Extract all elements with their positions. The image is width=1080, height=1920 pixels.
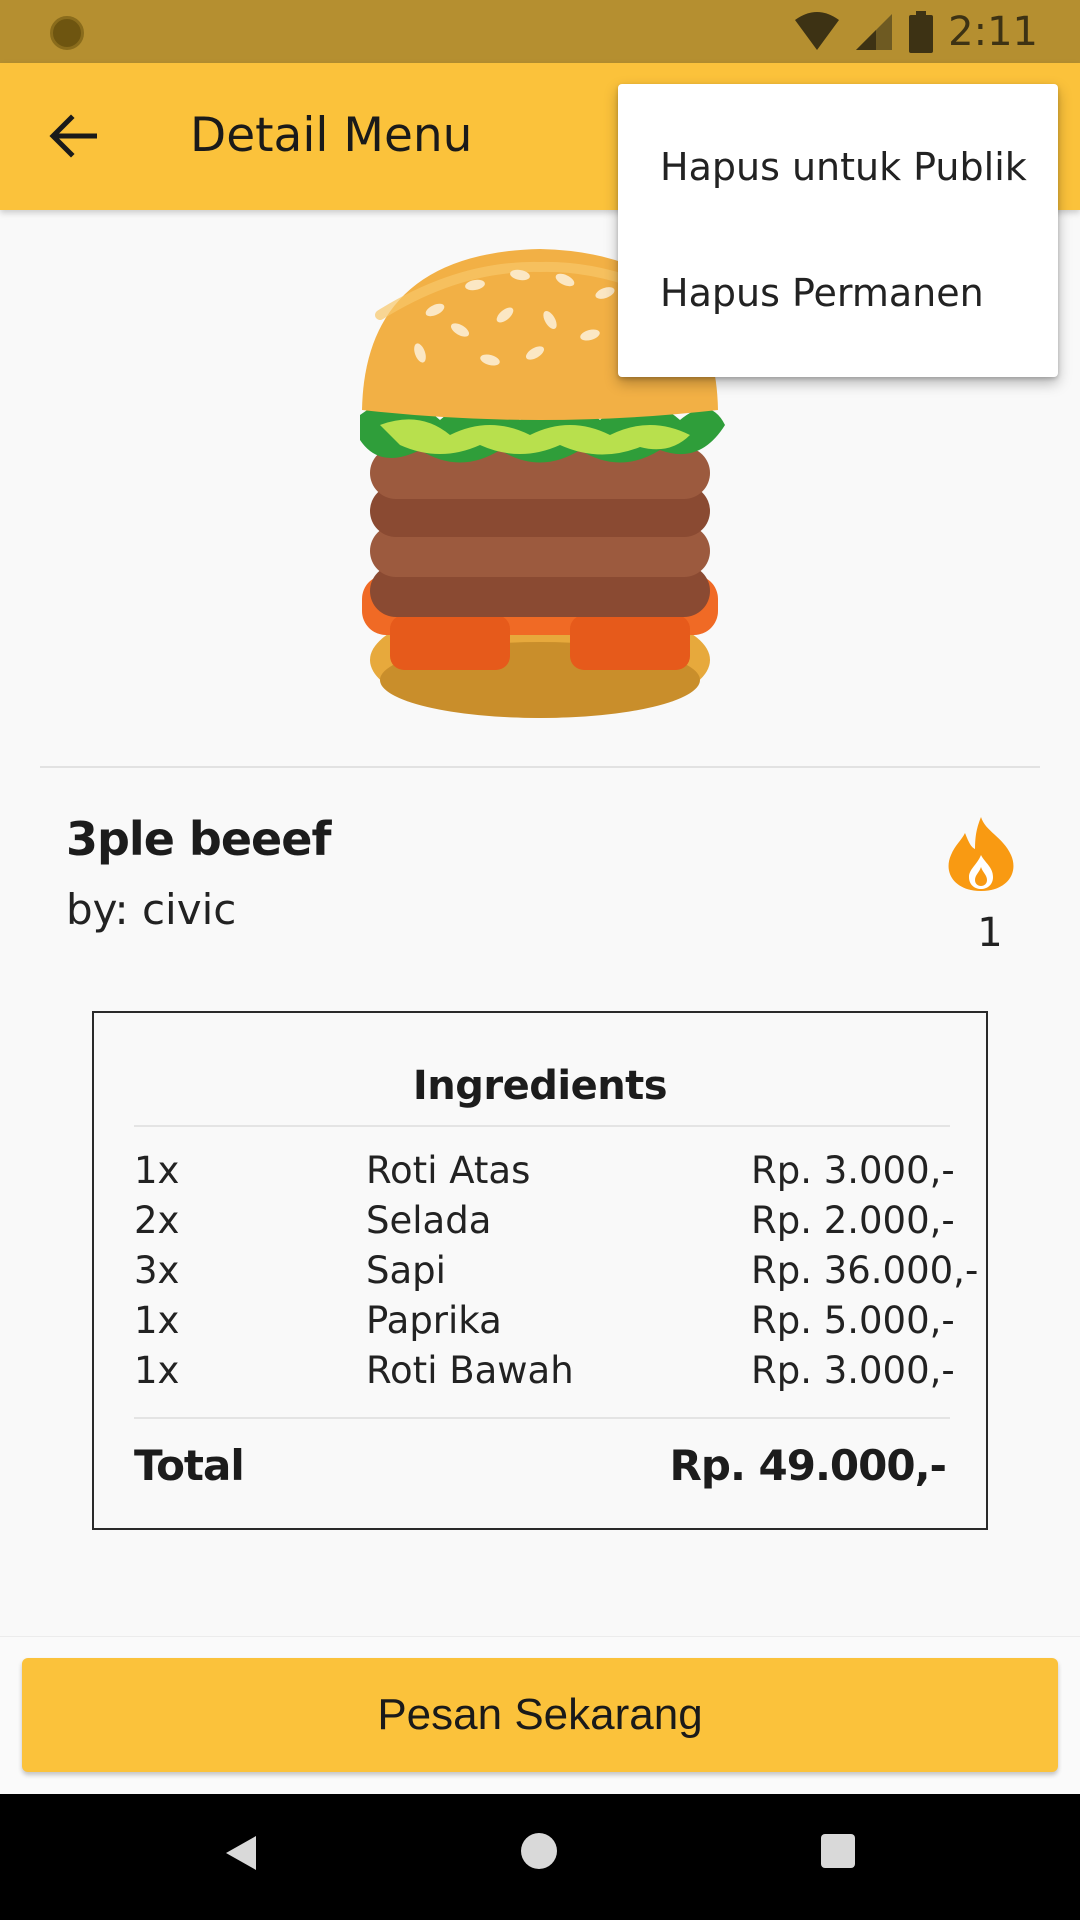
- ingredient-price: Rp. 36.000,-: [751, 1249, 979, 1292]
- ingredient-row: 3x Sapi Rp. 36.000,-: [134, 1249, 978, 1299]
- screen: 2:11 Detail Menu 3ple beeef by: civic 1 …: [0, 0, 1080, 1920]
- menu-item-delete-public[interactable]: Hapus untuk Publik: [618, 104, 1058, 230]
- ingredients-list: 1x Roti Atas Rp. 3.000,- 2x Selada Rp. 2…: [134, 1149, 978, 1399]
- ingredients-title: Ingredients: [412, 1063, 668, 1109]
- ingredient-row: 2x Selada Rp. 2.000,-: [134, 1199, 955, 1249]
- back-arrow-icon: [49, 114, 97, 158]
- wifi-icon: [795, 11, 840, 50]
- page-title: Detail Menu: [190, 108, 473, 163]
- ingredient-price: Rp. 3.000,-: [751, 1349, 955, 1392]
- back-button[interactable]: [40, 103, 106, 169]
- notification-icon: [50, 16, 84, 50]
- ingredient-row: 1x Paprika Rp. 5.000,-: [134, 1299, 955, 1349]
- ingredient-qty: 3x: [134, 1249, 180, 1292]
- ingredient-row: 1x Roti Atas Rp. 3.000,-: [134, 1149, 955, 1199]
- ingredient-qty: 2x: [134, 1199, 180, 1242]
- nav-home-icon[interactable]: [521, 1833, 557, 1869]
- total-value: Rp. 49.000,-: [669, 1441, 947, 1490]
- ingredient-name: Paprika: [366, 1299, 502, 1342]
- ingredient-name: Roti Bawah: [366, 1349, 574, 1392]
- menu-author: by: civic: [66, 885, 237, 934]
- ingredient-price: Rp. 5.000,-: [751, 1299, 955, 1342]
- nav-recents-icon[interactable]: [821, 1834, 855, 1868]
- fire-icon[interactable]: [945, 815, 1017, 893]
- ingredient-name: Selada: [366, 1199, 492, 1242]
- battery-icon: [909, 10, 934, 53]
- total-divider: [134, 1417, 950, 1419]
- divider: [40, 766, 1040, 768]
- system-nav-bar: [0, 1794, 1080, 1920]
- status-time: 2:11: [948, 8, 1038, 55]
- status-icons: 2:11: [794, 0, 1038, 63]
- signal-icon: [856, 13, 893, 50]
- fire-count: 1: [977, 910, 1003, 956]
- order-now-button[interactable]: Pesan Sekarang: [22, 1658, 1058, 1772]
- menu-item-delete-permanent[interactable]: Hapus Permanen: [618, 230, 1058, 356]
- ingredient-price: Rp. 3.000,-: [751, 1149, 955, 1192]
- ingredient-qty: 1x: [134, 1349, 180, 1392]
- overflow-menu: Hapus untuk Publik Hapus Permanen: [618, 84, 1058, 377]
- ingredient-name: Sapi: [366, 1249, 446, 1292]
- ingredient-row: 1x Roti Bawah Rp. 3.000,-: [134, 1349, 955, 1399]
- status-bar: 2:11: [0, 0, 1080, 63]
- nav-back-icon[interactable]: [224, 1834, 258, 1872]
- menu-name: 3ple beeef: [66, 812, 331, 866]
- ingredient-name: Roti Atas: [366, 1149, 531, 1192]
- total-label: Total: [134, 1441, 245, 1490]
- ingredient-qty: 1x: [134, 1299, 180, 1342]
- ingredient-price: Rp. 2.000,-: [751, 1199, 955, 1242]
- ingredients-card: Ingredients 1x Roti Atas Rp. 3.000,- 2x …: [92, 1011, 988, 1530]
- ingredient-qty: 1x: [134, 1149, 180, 1192]
- ingredients-divider: [134, 1125, 950, 1127]
